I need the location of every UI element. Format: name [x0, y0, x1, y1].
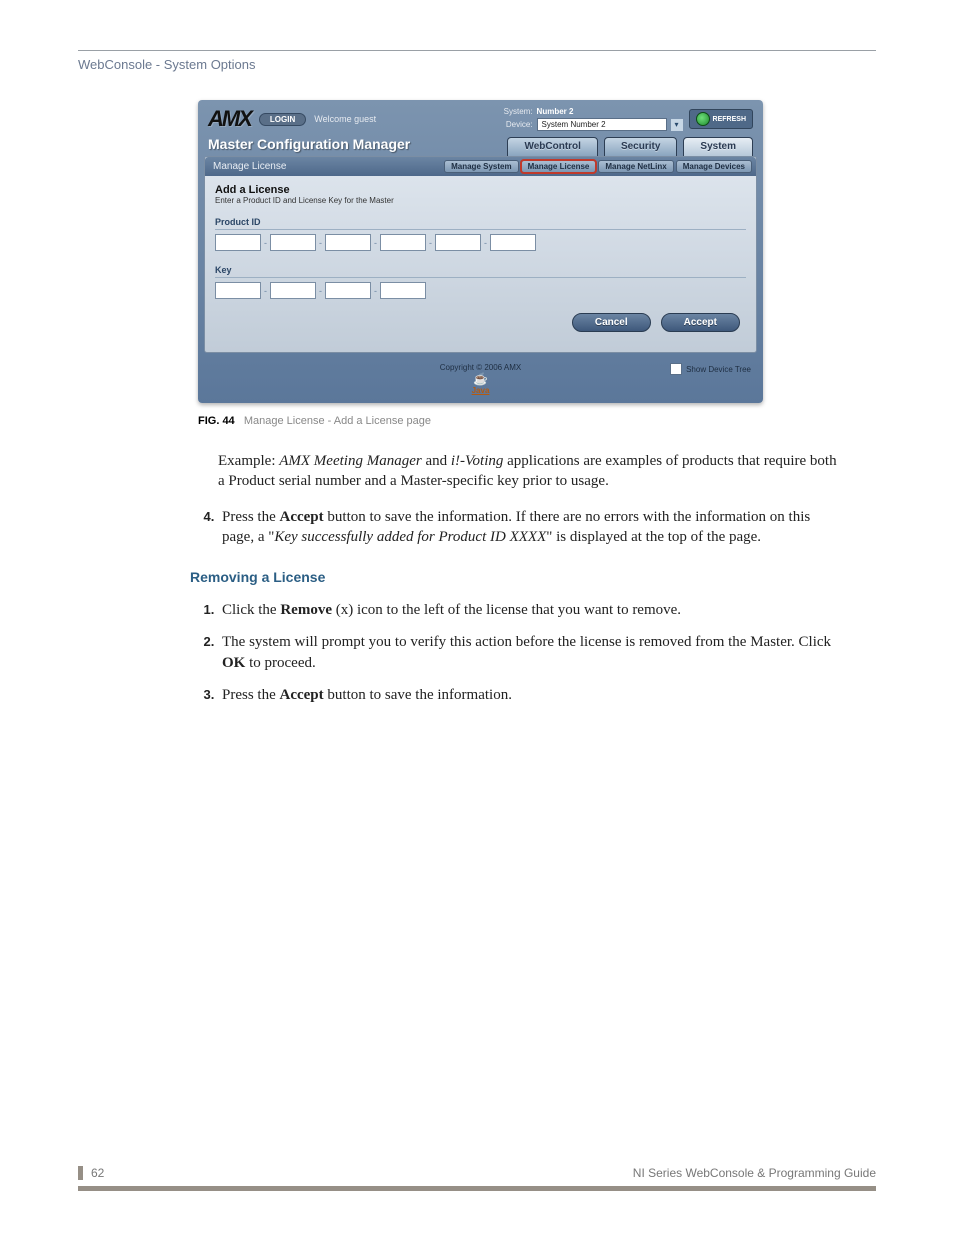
device-label: Device:	[504, 120, 533, 129]
amx-logo-icon: AMX	[208, 106, 251, 132]
key-label: Key	[215, 265, 746, 278]
show-device-tree-label: Show Device Tree	[686, 365, 751, 374]
step-4: Press the Accept button to save the info…	[218, 507, 840, 548]
panel-title: Manage License	[213, 161, 286, 172]
refresh-button[interactable]: REFRESH	[689, 109, 753, 129]
header-title: WebConsole - System Options	[78, 57, 256, 72]
tab-webcontrol[interactable]: WebControl	[507, 137, 597, 156]
key-seg-4[interactable]	[380, 282, 426, 299]
remove-step-2: The system will prompt you to verify thi…	[218, 632, 840, 673]
show-device-tree[interactable]: Show Device Tree	[670, 363, 751, 375]
subtab-manage-netlinx[interactable]: Manage NetLinx	[598, 160, 673, 173]
steps-continued: Press the Accept button to save the info…	[190, 507, 840, 548]
example-paragraph: Example: AMX Meeting Manager and i!-Voti…	[218, 451, 840, 492]
subtab-manage-devices[interactable]: Manage Devices	[676, 160, 752, 173]
show-device-tree-checkbox[interactable]	[670, 363, 682, 375]
footer-title: NI Series WebConsole & Programming Guide	[633, 1166, 876, 1180]
product-id-seg-3[interactable]	[325, 234, 371, 251]
main-tabs: WebControl Security System	[507, 137, 753, 156]
java-block: Copyright © 2006 AMX ☕ Java	[440, 363, 522, 395]
cancel-button[interactable]: Cancel	[572, 313, 651, 332]
amx-logo-area: AMX LOGIN Welcome guest	[208, 106, 376, 132]
system-value: Number 2	[537, 107, 667, 116]
page-number: 62	[78, 1166, 104, 1180]
product-id-label: Product ID	[215, 217, 746, 230]
java-cup-icon: ☕	[440, 372, 522, 386]
removing-license-heading: Removing a License	[190, 569, 876, 585]
webconsole-screenshot: AMX LOGIN Welcome guest System: Number 2…	[198, 100, 763, 403]
key-seg-3[interactable]	[325, 282, 371, 299]
device-select-value: System Number 2	[542, 120, 606, 129]
screenshot-footer: Copyright © 2006 AMX ☕ Java Show Device …	[198, 359, 763, 403]
mcm-row: Master Configuration Manager WebControl …	[198, 136, 763, 156]
subtab-manage-system[interactable]: Manage System	[444, 160, 518, 173]
login-button[interactable]: LOGIN	[259, 113, 306, 126]
system-panel: Manage License Manage System Manage Lice…	[204, 156, 757, 353]
panel-subbar: Manage License Manage System Manage Lice…	[205, 157, 756, 176]
add-license-heading: Add a License	[215, 184, 746, 196]
figure-caption-text: Manage License - Add a License page	[244, 415, 431, 427]
panel-body: Add a License Enter a Product ID and Lic…	[205, 176, 756, 352]
dialog-buttons: Cancel Accept	[215, 313, 746, 338]
system-label: System:	[504, 107, 533, 116]
welcome-text: Welcome guest	[314, 114, 376, 124]
tab-system[interactable]: System	[683, 137, 753, 156]
product-id-row: - - - - -	[215, 234, 746, 251]
product-id-seg-1[interactable]	[215, 234, 261, 251]
accept-button[interactable]: Accept	[661, 313, 740, 332]
figure-wrap: AMX LOGIN Welcome guest System: Number 2…	[198, 100, 763, 427]
copyright-text: Copyright © 2006 AMX	[440, 363, 522, 372]
key-row: - - -	[215, 282, 746, 299]
key-seg-2[interactable]	[270, 282, 316, 299]
refresh-label: REFRESH	[713, 116, 746, 123]
device-select[interactable]: System Number 2	[537, 118, 667, 131]
add-license-subtext: Enter a Product ID and License Key for t…	[215, 196, 746, 205]
mcm-title: Master Configuration Manager	[208, 136, 410, 156]
system-info: System: Number 2 Device: System Number 2…	[504, 107, 683, 131]
key-seg-1[interactable]	[215, 282, 261, 299]
remove-step-3: Press the Accept button to save the info…	[218, 685, 840, 705]
screenshot-topbar: AMX LOGIN Welcome guest System: Number 2…	[198, 100, 763, 136]
page-header: WebConsole - System Options	[78, 50, 876, 72]
document-page: WebConsole - System Options AMX LOGIN We…	[0, 0, 954, 1235]
figure-number: FIG. 44	[198, 415, 235, 427]
refresh-icon	[696, 112, 710, 126]
page-footer: 62 NI Series WebConsole & Programming Gu…	[78, 1166, 876, 1191]
remove-step-1: Click the Remove (x) icon to the left of…	[218, 600, 840, 620]
product-id-seg-2[interactable]	[270, 234, 316, 251]
product-id-seg-5[interactable]	[435, 234, 481, 251]
java-label: Java	[440, 386, 522, 395]
product-id-seg-6[interactable]	[490, 234, 536, 251]
chevron-down-icon[interactable]: ▾	[671, 119, 683, 131]
subtab-manage-license[interactable]: Manage License	[521, 160, 597, 173]
figure-caption: FIG. 44 Manage License - Add a License p…	[198, 415, 763, 427]
product-id-seg-4[interactable]	[380, 234, 426, 251]
sub-tabs: Manage System Manage License Manage NetL…	[444, 160, 752, 173]
tab-security[interactable]: Security	[604, 137, 677, 156]
removing-steps: Click the Remove (x) icon to the left of…	[190, 600, 840, 705]
